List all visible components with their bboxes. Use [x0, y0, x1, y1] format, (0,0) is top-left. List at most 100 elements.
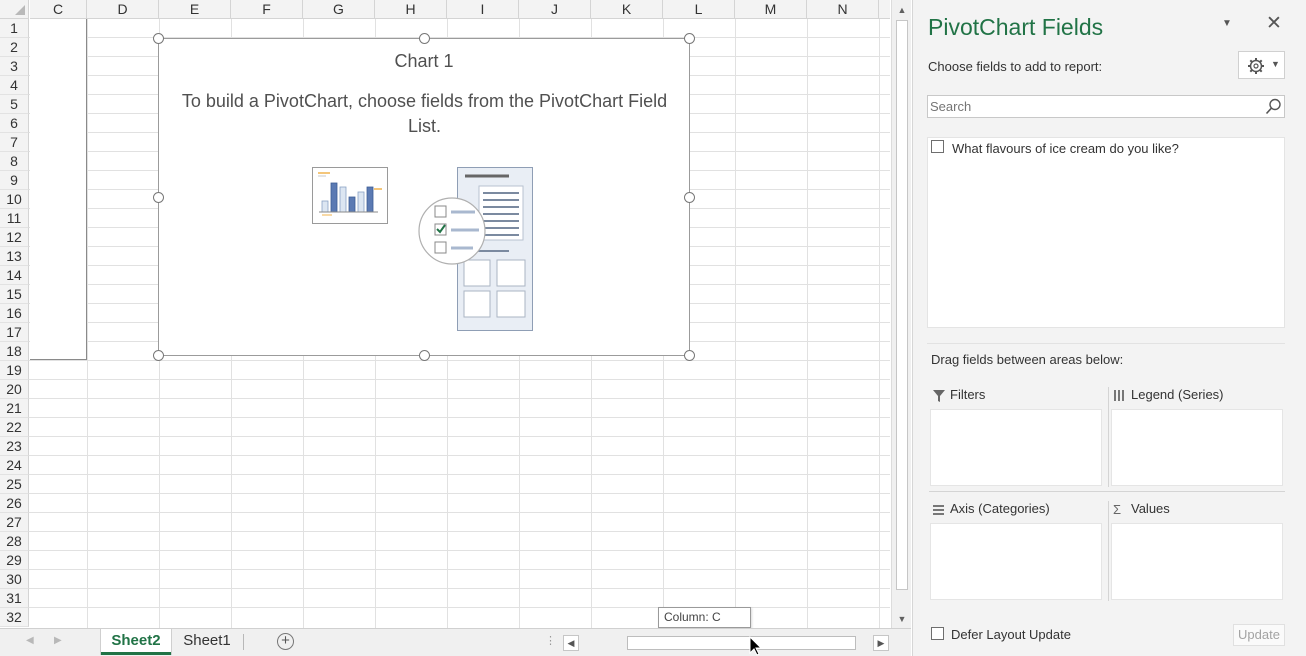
row-header[interactable]: 1	[0, 19, 29, 38]
column-c-cells[interactable]	[30, 19, 87, 360]
legend-label: Legend (Series)	[1131, 387, 1224, 402]
resize-handle-sw[interactable]	[153, 350, 164, 361]
column-header[interactable]: C	[30, 0, 87, 19]
excel-window: C D E F G H I J K L M N 1 2 3 4 5 6 7 8 …	[0, 0, 1306, 656]
row-header[interactable]: 22	[0, 418, 29, 437]
tab-scroll-left-icon[interactable]: ◀	[26, 635, 34, 646]
row-header[interactable]: 8	[0, 152, 29, 171]
row-header[interactable]: 3	[0, 57, 29, 76]
tab-scroll-right-icon[interactable]: ▶	[54, 635, 62, 646]
column-header[interactable]: D	[87, 0, 159, 19]
resize-handle-se[interactable]	[684, 350, 695, 361]
scroll-down-icon[interactable]: ▼	[892, 610, 912, 628]
row-header[interactable]: 7	[0, 133, 29, 152]
update-button[interactable]: Update	[1233, 624, 1285, 646]
values-drop-zone[interactable]	[1111, 523, 1283, 600]
row-header[interactable]: 29	[0, 551, 29, 570]
scroll-left-icon[interactable]: ◀	[563, 635, 579, 651]
resize-handle-n[interactable]	[419, 33, 430, 44]
spreadsheet-grid[interactable]: C D E F G H I J K L M N 1 2 3 4 5 6 7 8 …	[0, 0, 890, 628]
bar-chart-illustration-icon	[312, 167, 388, 224]
row-header[interactable]: 9	[0, 171, 29, 190]
column-header[interactable]: K	[591, 0, 663, 19]
field-checkbox[interactable]	[931, 140, 944, 153]
values-area-header: Σ Values	[1113, 501, 1170, 521]
horizontal-scrollbar[interactable]: ◀ ▶	[563, 635, 890, 651]
field-item[interactable]: What flavours of ice cream do you like?	[931, 140, 1281, 158]
row-header[interactable]: 32	[0, 608, 29, 627]
column-header[interactable]: N	[807, 0, 879, 19]
row-header[interactable]: 28	[0, 532, 29, 551]
row-header[interactable]: 14	[0, 266, 29, 285]
column-header[interactable]: E	[159, 0, 231, 19]
resize-handle-nw[interactable]	[153, 33, 164, 44]
axis-drop-zone[interactable]	[930, 523, 1102, 600]
row-header[interactable]: 21	[0, 399, 29, 418]
column-header[interactable]: F	[231, 0, 303, 19]
row-header[interactable]: 19	[0, 361, 29, 380]
defer-layout-checkbox[interactable]	[931, 627, 944, 640]
filter-icon	[933, 389, 945, 402]
row-header[interactable]: 24	[0, 456, 29, 475]
resize-handle-ne[interactable]	[684, 33, 695, 44]
resize-handle-e[interactable]	[684, 192, 695, 203]
search-box[interactable]	[927, 95, 1285, 118]
row-header[interactable]: 10	[0, 190, 29, 209]
defer-layout-label[interactable]: Defer Layout Update	[951, 627, 1071, 642]
scroll-up-icon[interactable]: ▲	[892, 1, 912, 19]
row-header[interactable]: 12	[0, 228, 29, 247]
rows-icon	[933, 504, 944, 515]
row-header[interactable]: 16	[0, 304, 29, 323]
column-header[interactable]: G	[303, 0, 375, 19]
row-header[interactable]: 31	[0, 589, 29, 608]
row-header[interactable]: 2	[0, 38, 29, 57]
pane-options-dropdown-icon[interactable]: ▼	[1222, 18, 1232, 29]
row-header[interactable]: 27	[0, 513, 29, 532]
vertical-scroll-thumb[interactable]	[896, 20, 908, 590]
mouse-pointer-icon	[749, 636, 763, 656]
column-header[interactable]: L	[663, 0, 735, 19]
row-header[interactable]: 30	[0, 570, 29, 589]
column-header[interactable]: M	[735, 0, 807, 19]
pivotchart-fields-pane: PivotChart Fields ▼ ✕ Choose fields to a…	[912, 0, 1306, 656]
row-header[interactable]: 18	[0, 342, 29, 361]
row-header[interactable]: 20	[0, 380, 29, 399]
resize-handle-w[interactable]	[153, 192, 164, 203]
row-header[interactable]: 25	[0, 475, 29, 494]
row-header[interactable]: 15	[0, 285, 29, 304]
select-all-corner[interactable]	[0, 0, 29, 19]
column-header[interactable]: I	[447, 0, 519, 19]
sheet-tab-sheet1[interactable]: Sheet1	[172, 629, 242, 655]
legend-drop-zone[interactable]	[1111, 409, 1283, 486]
pivot-chart[interactable]: Chart 1 To build a PivotChart, choose fi…	[153, 33, 695, 361]
legend-area-header: Legend (Series)	[1113, 387, 1224, 407]
column-header-partial[interactable]	[879, 0, 890, 19]
search-input[interactable]	[928, 96, 1253, 117]
row-header[interactable]: 4	[0, 76, 29, 95]
chevron-down-icon: ▼	[1271, 59, 1280, 69]
vertical-scrollbar[interactable]: ▲ ▼	[891, 0, 911, 628]
row-header[interactable]: 17	[0, 323, 29, 342]
scroll-right-icon[interactable]: ▶	[873, 635, 889, 651]
gear-icon	[1248, 58, 1264, 74]
tools-button[interactable]: ▼	[1238, 51, 1285, 79]
plus-circle-icon[interactable]: +	[277, 633, 294, 650]
filters-drop-zone[interactable]	[930, 409, 1102, 486]
row-header[interactable]: 23	[0, 437, 29, 456]
resize-handle-s[interactable]	[419, 350, 430, 361]
horizontal-scroll-thumb[interactable]	[627, 636, 856, 650]
row-header[interactable]: 11	[0, 209, 29, 228]
row-header[interactable]: 13	[0, 247, 29, 266]
row-header[interactable]: 5	[0, 95, 29, 114]
sheet-tab-sheet2[interactable]: Sheet2	[101, 629, 171, 655]
chart-title[interactable]: Chart 1	[159, 51, 689, 72]
row-header[interactable]: 6	[0, 114, 29, 133]
field-label[interactable]: What flavours of ice cream do you like?	[952, 141, 1179, 156]
column-header[interactable]: H	[375, 0, 447, 19]
chart-placeholder-message: To build a PivotChart, choose fields fro…	[181, 91, 668, 136]
search-icon[interactable]	[1265, 98, 1282, 115]
row-header[interactable]: 26	[0, 494, 29, 513]
column-header[interactable]: J	[519, 0, 591, 19]
close-icon[interactable]: ✕	[1266, 12, 1282, 35]
splitter-handle-icon[interactable]: ⋮	[545, 634, 556, 647]
